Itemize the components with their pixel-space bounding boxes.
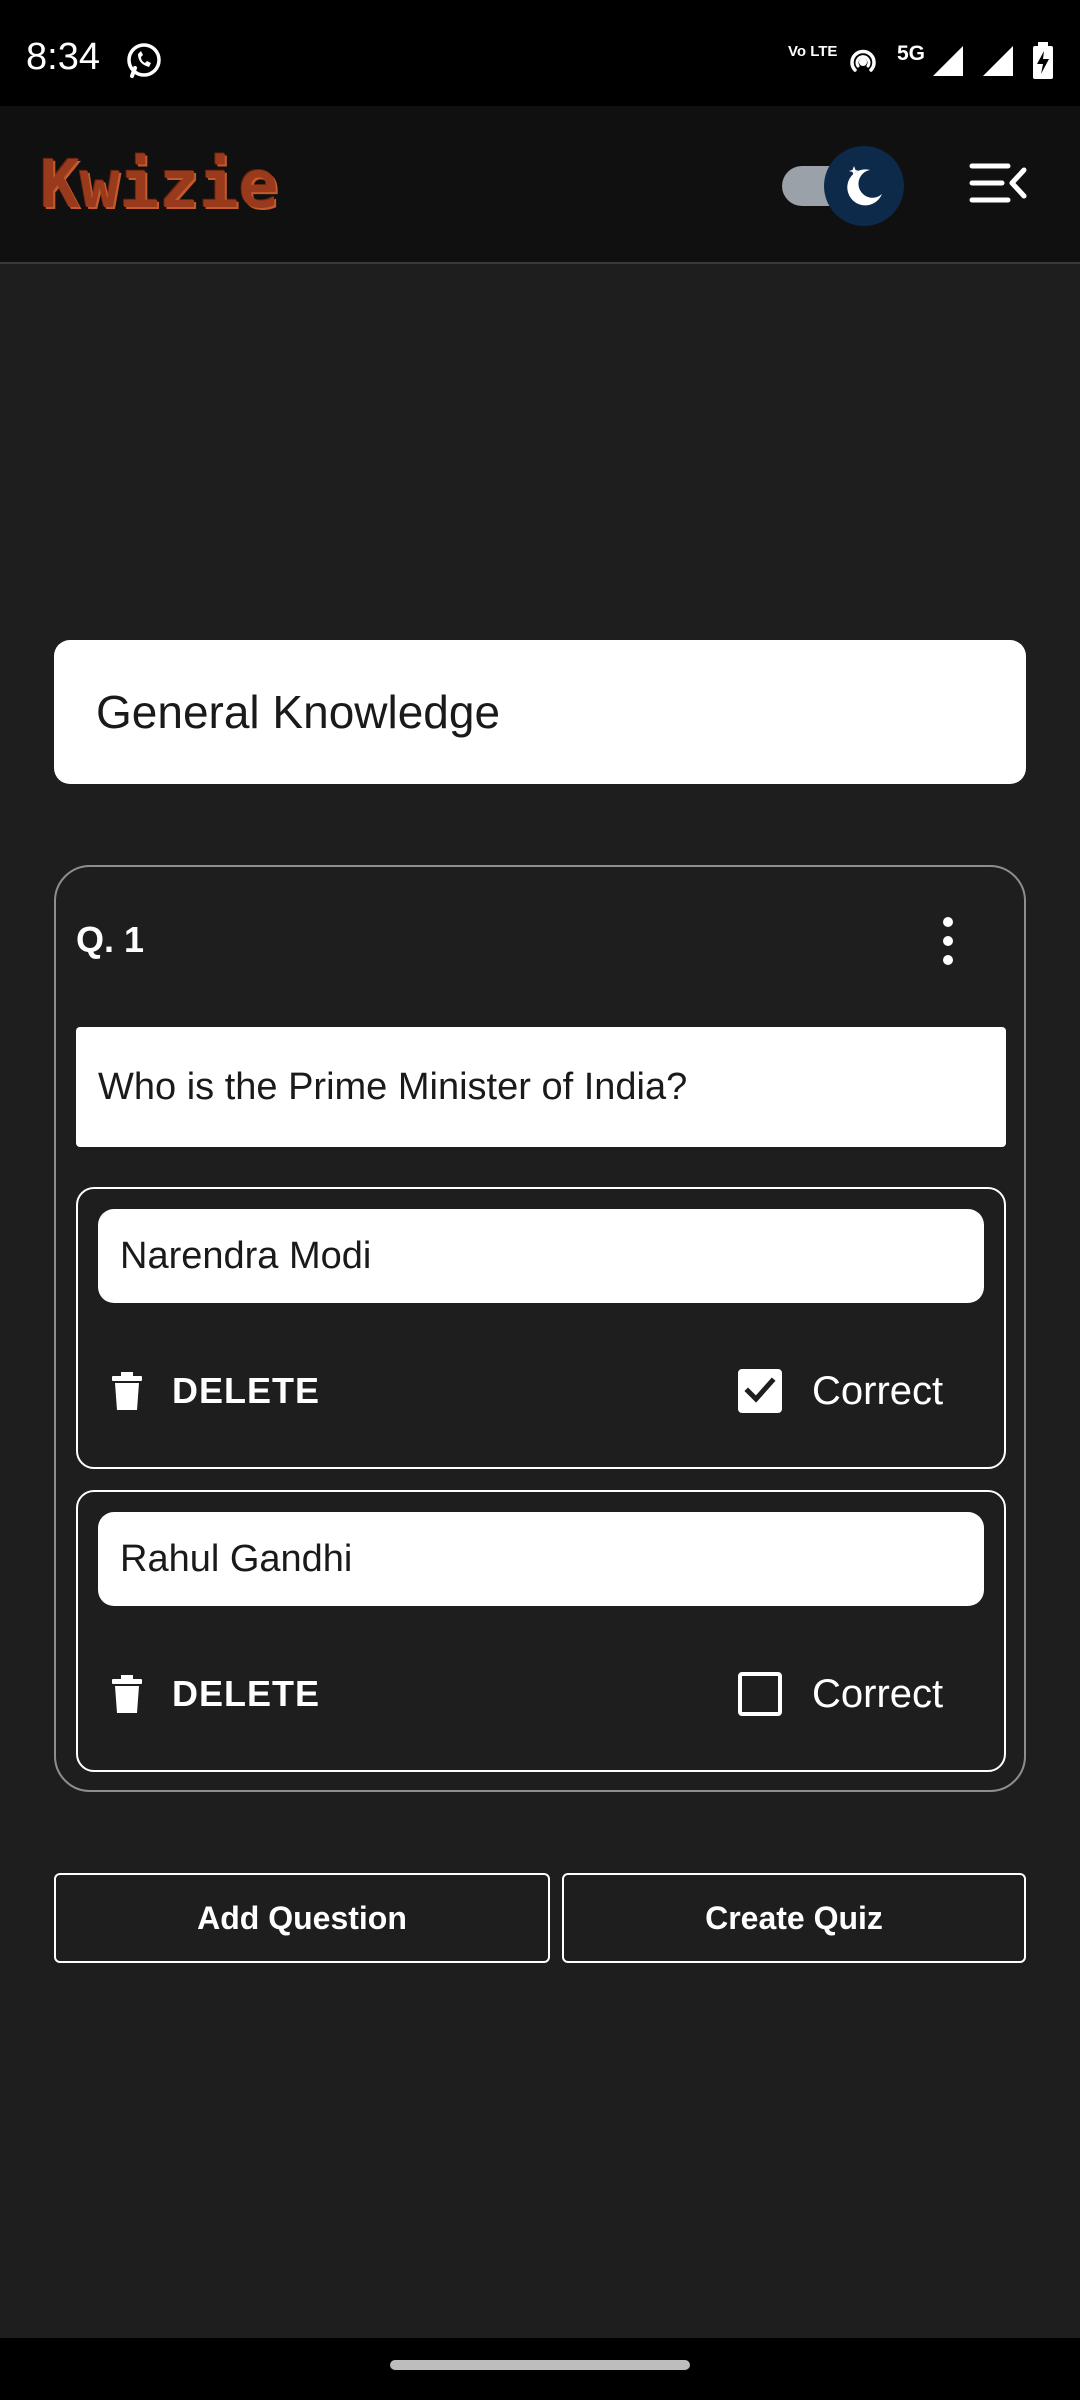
correct-label: Correct [812,1671,944,1716]
navigation-bar [0,2338,1080,2400]
app-bar: Kwizie [0,106,1080,264]
add-question-button[interactable]: Add Question [54,1873,550,1963]
trash-icon [112,1675,142,1713]
delete-label: DELETE [172,1673,321,1714]
delete-option-button[interactable]: DELETE [112,1369,320,1413]
option-card: Narendra Modi DELETE Correct [76,1187,1006,1469]
option-text-input[interactable]: Narendra Modi [98,1209,984,1303]
toggle-knob [824,146,904,226]
battery-charging-icon [1033,42,1053,79]
signal-icon [983,46,1013,76]
option-text-input[interactable]: Rahul Gandhi [98,1512,984,1606]
theme-toggle[interactable] [782,144,904,226]
checkmark-icon [744,1377,776,1403]
volte-indicator: Vo LTE [788,43,838,60]
whatsapp-icon [127,43,161,78]
create-quiz-button[interactable]: Create Quiz [562,1873,1026,1963]
question-card: Q. 1 Who is the Prime Minister of India?… [54,865,1026,1792]
delete-label: DELETE [172,1370,321,1411]
question-number: Q. 1 [76,919,145,960]
trash-icon [112,1372,142,1410]
hotspot-icon [850,49,876,72]
home-gesture-handle[interactable] [390,2360,690,2370]
signal-icon [933,46,963,76]
checkbox-unchecked[interactable] [738,1672,782,1716]
correct-label: Correct [812,1368,944,1413]
app-logo: Kwizie [40,146,279,223]
question-text-input[interactable]: Who is the Prime Minister of India? [76,1027,1006,1147]
more-options-icon[interactable] [934,915,962,967]
moon-icon [847,166,882,206]
option-card: Rahul Gandhi DELETE Correct [76,1490,1006,1772]
menu-collapse-icon[interactable] [968,158,1028,208]
correct-checkbox[interactable]: Correct [738,1367,943,1415]
quiz-title-input[interactable]: General Knowledge [54,640,1026,784]
correct-checkbox[interactable]: Correct [738,1670,943,1718]
delete-option-button[interactable]: DELETE [112,1672,320,1716]
network-type: 5G [897,42,926,65]
checkbox-checked[interactable] [738,1369,782,1413]
status-bar: 8:34 Vo LTE 5G [0,0,1080,106]
status-time: 8:34 [26,36,100,78]
